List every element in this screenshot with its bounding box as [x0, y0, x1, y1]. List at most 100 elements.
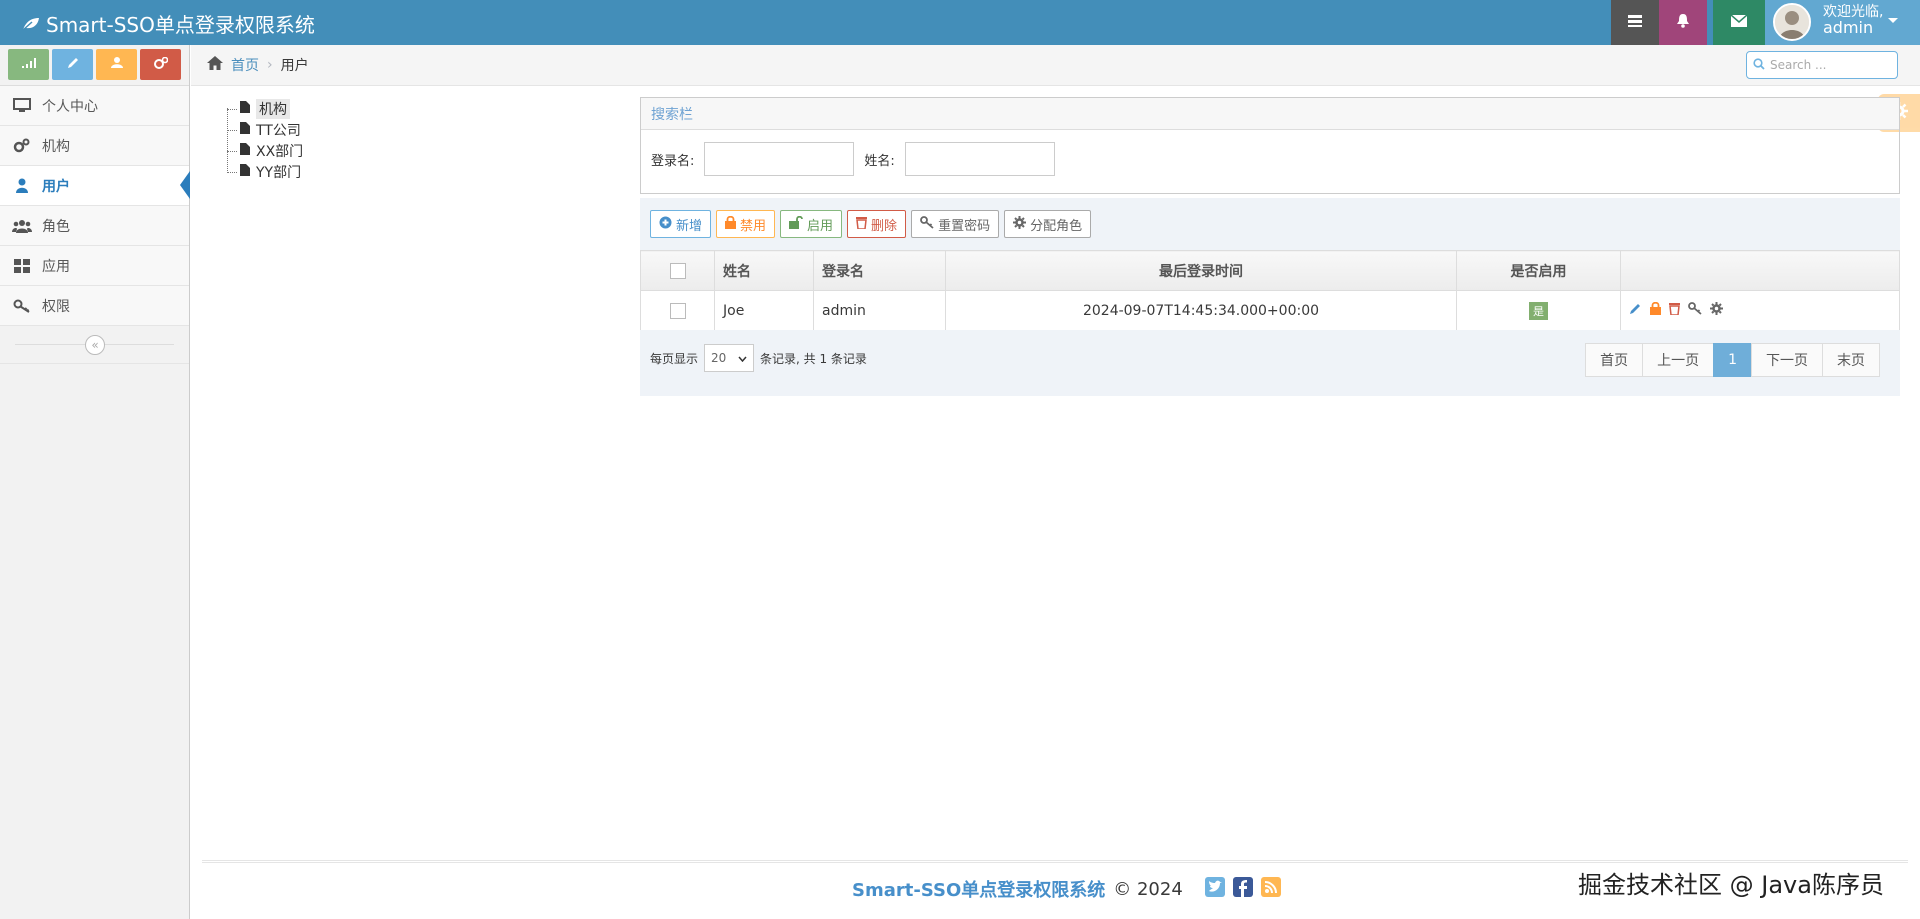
tree-node[interactable]: XX部门: [220, 140, 303, 161]
breadcrumb-separator-icon: ›: [267, 57, 273, 73]
file-icon: [240, 121, 250, 138]
disable-button[interactable]: 禁用: [716, 210, 776, 238]
col-enabled[interactable]: 是否启用: [1456, 250, 1621, 291]
sidebar-item-roles[interactable]: 角色: [0, 206, 189, 246]
user-icon: [12, 178, 32, 193]
unlock-icon: [789, 215, 803, 233]
footer: Smart-SSO单点登录权限系统 © 2024: [852, 876, 1281, 902]
sidebar-collapse: «: [0, 326, 189, 364]
lock-icon[interactable]: [1650, 301, 1661, 319]
avatar: [1773, 3, 1811, 41]
sidebar-item-permissions[interactable]: 权限: [0, 286, 189, 326]
file-icon: [240, 142, 250, 159]
messages-button[interactable]: [1713, 0, 1765, 45]
key-icon[interactable]: [1688, 302, 1702, 319]
table-row[interactable]: Joe admin 2024-09-07T14:45:34.000+00:00 …: [640, 290, 1900, 331]
reset-password-label: 重置密码: [938, 218, 991, 234]
login-name-input[interactable]: [704, 142, 855, 176]
select-all-checkbox[interactable]: [669, 262, 686, 279]
login-name-label: 登录名:: [651, 153, 695, 169]
tree-node-label: TT公司: [256, 122, 301, 139]
sidebar-item-label: 角色: [42, 218, 70, 235]
twitter-icon[interactable]: [1204, 876, 1225, 902]
edit-icon[interactable]: [1629, 302, 1642, 319]
sidebar-item-org[interactable]: 机构: [0, 126, 189, 166]
tasks-button[interactable]: [1611, 0, 1659, 45]
tree-node-label: XX部门: [256, 143, 304, 160]
rss-icon[interactable]: [1260, 876, 1281, 902]
breadcrumb-current: 用户: [280, 58, 309, 74]
plus-circle-icon: [659, 216, 672, 233]
col-actions: [1620, 250, 1900, 291]
key-icon: [12, 299, 32, 313]
gear-icon[interactable]: [1710, 302, 1723, 319]
sidebar-item-label: 应用: [42, 258, 70, 275]
cell-login: admin: [813, 290, 946, 331]
shortcut-settings-button[interactable]: [140, 49, 181, 80]
row-checkbox[interactable]: [669, 302, 686, 319]
cogs-icon: [153, 56, 168, 73]
home-icon[interactable]: [207, 56, 223, 74]
page-size-select[interactable]: 20: [704, 344, 755, 372]
file-icon: [240, 163, 250, 180]
trash-icon[interactable]: [1669, 302, 1680, 319]
users-table: 姓名 登录名 最后登录时间 是否启用 Joe admin 2024-09-07T…: [640, 250, 1900, 331]
chevron-down-icon: [738, 351, 747, 365]
shortcut-edit-button[interactable]: [52, 49, 93, 80]
sidebar-item-label: 权限: [42, 298, 70, 315]
page-prev-button[interactable]: 上一页: [1642, 343, 1715, 377]
brand[interactable]: Smart-SSO单点登录权限系统: [22, 9, 315, 38]
pencil-icon: [67, 57, 79, 73]
col-login[interactable]: 登录名: [813, 250, 946, 291]
page-size-value: 20: [711, 351, 727, 365]
add-button[interactable]: 新增: [650, 210, 712, 238]
name-input[interactable]: [904, 142, 1055, 176]
delete-button[interactable]: 删除: [847, 210, 907, 238]
page-last-button[interactable]: 末页: [1822, 343, 1880, 377]
leaf-icon: [22, 12, 40, 36]
tree-node[interactable]: YY部门: [220, 161, 303, 182]
col-name[interactable]: 姓名: [714, 250, 814, 291]
reset-password-button[interactable]: 重置密码: [911, 210, 1000, 238]
tree-node-root[interactable]: 机构: [220, 98, 303, 119]
assign-role-button[interactable]: 分配角色: [1004, 210, 1092, 238]
user-menu[interactable]: 欢迎光临, admin: [1765, 0, 1920, 45]
select-all-header: [640, 250, 715, 291]
shortcut-users-button[interactable]: [96, 49, 137, 80]
shortcut-stats-button[interactable]: [8, 49, 49, 80]
notifications-button[interactable]: [1659, 0, 1707, 45]
breadcrumb-home[interactable]: 首页: [231, 55, 259, 75]
toolbar: 新增 禁用 启用 删除 重置密码 分配角色: [640, 198, 1900, 250]
facebook-icon[interactable]: [1232, 876, 1253, 902]
tree-node[interactable]: TT公司: [220, 119, 303, 140]
username: admin: [1823, 18, 1874, 37]
page-current-button[interactable]: 1: [1713, 343, 1752, 377]
col-last-login[interactable]: 最后登录时间: [945, 250, 1457, 291]
sidebar-item-profile[interactable]: 个人中心: [0, 86, 189, 126]
tasks-icon: [1627, 14, 1643, 32]
navbar: Smart-SSO单点登录权限系统 欢迎光临, admin: [0, 0, 1920, 45]
search-input[interactable]: Search ...: [1770, 58, 1826, 72]
enable-button[interactable]: 启用: [780, 210, 843, 238]
sidebar-menu: 个人中心 机构 用户 角色 应用 权限 «: [0, 85, 190, 364]
watermark: 掘金技术社区 @ Java陈序员: [1578, 871, 1884, 899]
name-label: 姓名:: [864, 153, 895, 169]
page-first-button[interactable]: 首页: [1585, 343, 1644, 377]
table-footer: 每页显示 20 条记录, 共 1 条记录 首页 上一页 1 下一页 末页: [640, 330, 1900, 396]
lock-icon: [725, 215, 737, 233]
nav-search[interactable]: Search ...: [1746, 51, 1898, 79]
page-next-button[interactable]: 下一页: [1751, 343, 1823, 377]
cell-name: Joe: [714, 290, 814, 331]
tree-node-label: 机构: [256, 98, 290, 119]
sidebar-shortcuts: [0, 45, 189, 85]
sidebar-item-label: 机构: [42, 138, 70, 155]
desktop-icon: [12, 98, 32, 113]
sidebar-item-users[interactable]: 用户: [0, 166, 190, 206]
double-angle-left-icon[interactable]: «: [85, 335, 105, 355]
users-icon: [110, 57, 124, 72]
sidebar-item-apps[interactable]: 应用: [0, 246, 189, 286]
sidebar-item-label: 用户: [42, 178, 70, 195]
cogs-icon: [12, 138, 32, 153]
grid-icon: [12, 258, 32, 273]
cell-enabled: 是: [1456, 290, 1621, 331]
